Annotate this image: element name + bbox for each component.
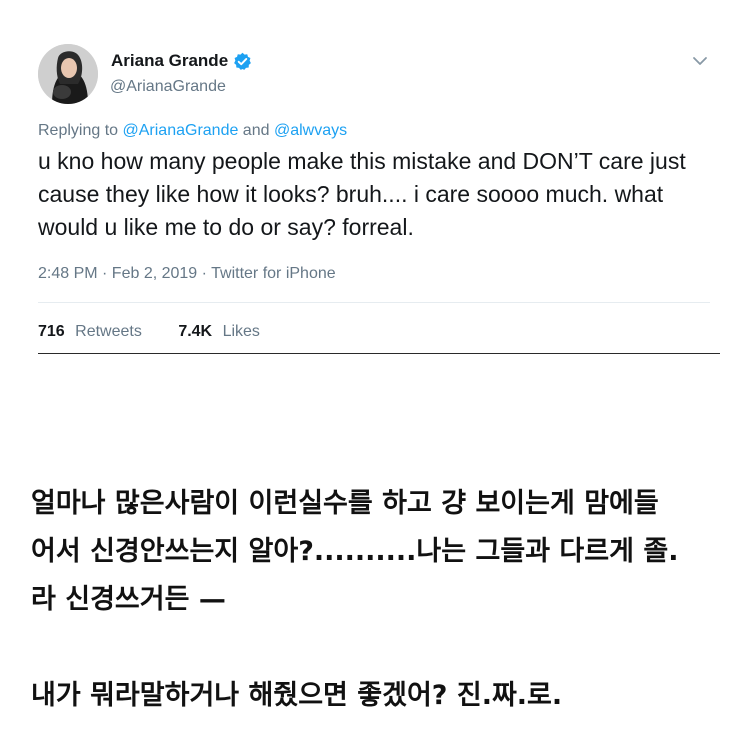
user-handle[interactable]: @ArianaGrande xyxy=(110,78,226,96)
tweet-text: u kno how many people make this mistake … xyxy=(38,148,686,240)
translation-line-3: 라 신경쓰거든 — xyxy=(31,584,226,615)
chevron-down-icon[interactable] xyxy=(692,56,708,66)
replying-to: Replying to @ArianaGrande and @alwvays xyxy=(38,122,347,140)
translation-line-4: 내가 뭐라말하거나 해줬으면 좋겠어? 진.짜.로. xyxy=(31,680,563,711)
korean-translation: 얼마나 많은사람이 이런실수를 하고 걍 보이는게 맘에들 어서 신경안쓰는지 … xyxy=(31,480,731,720)
retweets-label[interactable]: Retweets xyxy=(75,323,142,340)
likes-label[interactable]: Likes xyxy=(223,323,260,340)
translation-line-1: 얼마나 많은사람이 이런실수를 하고 걍 보이는게 맘에들 xyxy=(31,488,659,519)
profile-photo xyxy=(38,44,98,104)
translation-line-2: 어서 신경안쓰는지 알아?..........나는 그들과 다르게 졸. xyxy=(31,536,679,567)
bottom-divider xyxy=(38,353,720,354)
display-name[interactable]: Ariana Grande xyxy=(111,51,228,71)
replying-and: and xyxy=(238,122,274,139)
retweets-count[interactable]: 716 xyxy=(38,323,65,340)
verified-badge-icon xyxy=(234,52,251,70)
reply-mention-alwvays[interactable]: @alwvays xyxy=(274,122,347,139)
tweet-timestamp[interactable]: 2:48 PM · Feb 2, 2019 · Twitter for iPho… xyxy=(38,265,336,283)
divider xyxy=(38,302,710,303)
tweet-card: Ariana Grande @ArianaGrande Replying to … xyxy=(0,0,750,360)
translation-spacer xyxy=(31,624,731,672)
reply-mention-ariana[interactable]: @ArianaGrande xyxy=(123,122,239,139)
likes-count[interactable]: 7.4K xyxy=(178,323,212,340)
replying-prefix: Replying to xyxy=(38,122,123,139)
avatar[interactable] xyxy=(38,44,98,104)
engagement-stats: 716 Retweets 7.4K Likes xyxy=(38,323,260,341)
